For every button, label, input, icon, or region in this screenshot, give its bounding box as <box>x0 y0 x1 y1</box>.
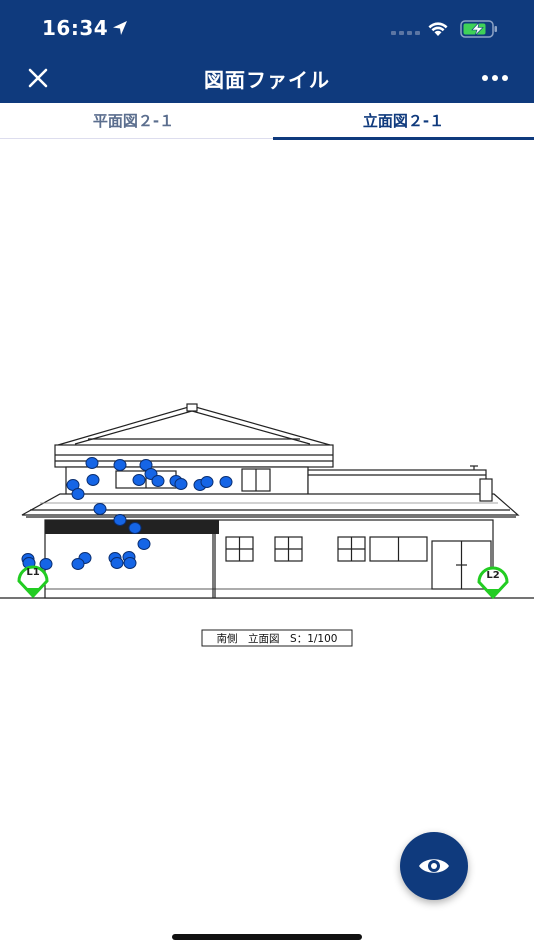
measurement-point <box>137 538 151 550</box>
page-title: 図面ファイル <box>204 68 330 92</box>
tab-elevation[interactable]: 立面図２-１ <box>273 103 534 140</box>
drawing-viewer[interactable]: L1 L2 南側 立面図 S：1/100 <box>0 139 534 899</box>
battery-charging-icon <box>460 20 497 38</box>
status-time: 16:34 <box>42 16 109 40</box>
measurement-point <box>128 522 142 534</box>
measurement-point <box>219 476 233 488</box>
cellular-signal-icon <box>391 31 420 35</box>
visibility-toggle-button[interactable] <box>400 832 468 900</box>
drawing-caption: 南側 立面図 S：1/100 <box>217 632 338 645</box>
navigation-bar: 図面ファイル <box>0 58 534 103</box>
tab-floor-plan-label: 平面図２-１ <box>92 112 175 130</box>
status-bar: 16:34 <box>0 0 534 58</box>
wifi-icon <box>428 22 448 36</box>
measurement-point <box>151 475 165 487</box>
right-upper-roof <box>307 469 487 497</box>
measurement-point <box>174 478 188 490</box>
measurement-point <box>85 457 99 469</box>
marker-l2-label: L2 <box>486 570 499 581</box>
tab-elevation-label: 立面図２-１ <box>362 112 445 130</box>
eye-icon <box>419 859 449 873</box>
tab-floor-plan[interactable]: 平面図２-１ <box>0 103 267 139</box>
location-arrow-icon <box>113 21 127 35</box>
measurement-point <box>132 474 146 486</box>
marker-l1-label: L1 <box>26 567 39 578</box>
measurement-point <box>93 503 107 515</box>
measurement-point <box>39 558 53 570</box>
top-bar: 16:34 図面ファイル <box>0 0 534 103</box>
measurement-point <box>110 557 124 569</box>
marker-l1[interactable]: L1 <box>17 565 49 599</box>
more-options-icon[interactable] <box>480 66 510 90</box>
measurement-point <box>71 488 85 500</box>
elevation-drawing: L1 L2 南側 立面図 S：1/100 <box>0 403 534 647</box>
measurement-point <box>86 474 100 486</box>
measurement-point <box>200 476 214 488</box>
drawing-tabs: 平面図２-１ 立面図２-１ <box>0 103 534 140</box>
measurement-point <box>113 459 127 471</box>
home-indicator <box>172 934 362 940</box>
measurement-point <box>113 514 127 526</box>
measurement-point <box>71 558 85 570</box>
measurement-point <box>123 557 137 569</box>
